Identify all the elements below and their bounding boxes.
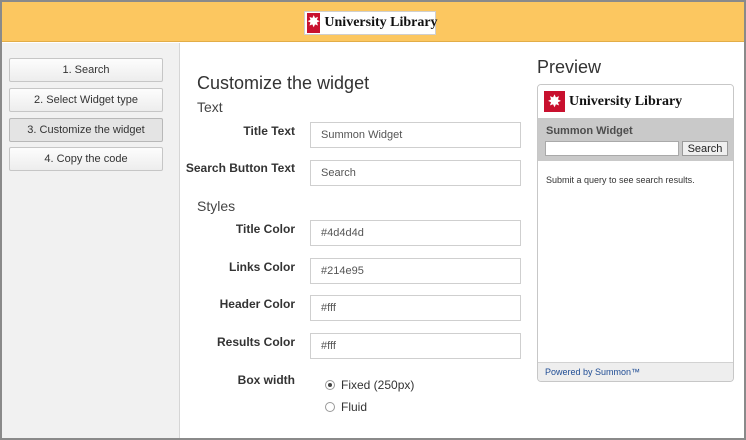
header-color-input[interactable] (310, 295, 521, 321)
page-title: Customize the widget (197, 73, 370, 93)
search-button-text-label: Search Button Text (185, 161, 295, 175)
preview-search-button[interactable]: Search (682, 141, 728, 156)
results-color-input[interactable] (310, 333, 521, 359)
step-select-widget-type-button[interactable]: 2. Select Widget type (9, 88, 163, 112)
radio-unselected-icon[interactable] (325, 402, 335, 412)
powered-by-summon-link[interactable]: Powered by Summon™ (545, 367, 640, 377)
step-search-button[interactable]: 1. Search (9, 58, 163, 82)
title-color-input[interactable] (310, 220, 521, 246)
preview-footer: Powered by Summon™ (538, 362, 733, 381)
wizard-sidebar: 1. Search 2. Select Widget type 3. Custo… (2, 43, 180, 438)
box-width-label: Box width (237, 373, 295, 387)
university-library-logo: ✸ University Library (304, 11, 438, 35)
radio-selected-icon[interactable] (325, 380, 335, 390)
box-width-fluid-label: Fluid (341, 400, 368, 414)
preview-search-input[interactable] (545, 141, 679, 156)
text-section-heading: Text (197, 99, 223, 115)
preview-header: ✸ University Library (538, 85, 733, 118)
preview-search-area: Summon Widget Search (538, 118, 733, 161)
logo-text: University Library (324, 15, 438, 30)
links-color-label: Links Color (228, 260, 295, 274)
box-width-fluid-option[interactable]: Fluid (325, 400, 367, 414)
top-header-bar: ✸ University Library (2, 2, 744, 42)
title-text-label: Title Text (243, 124, 295, 138)
header-color-label: Header Color (219, 297, 295, 311)
library-logo-icon: ✸ (307, 13, 321, 33)
preview-logo-text: University Library (569, 94, 683, 109)
step-customize-widget-button[interactable]: 3. Customize the widget (9, 118, 163, 142)
preview-widget-title: Summon Widget (546, 125, 633, 137)
box-width-fixed-label: Fixed (250px) (341, 378, 415, 392)
preview-results-message: Submit a query to see search results. (546, 175, 695, 185)
styles-section-heading: Styles (197, 198, 236, 214)
library-logo-icon: ✸ (544, 91, 565, 112)
preview-heading: Preview (537, 57, 602, 77)
search-button-text-input[interactable] (310, 160, 521, 186)
results-color-label: Results Color (216, 335, 295, 349)
title-text-input[interactable] (310, 122, 521, 148)
widget-preview: ✸ University Library Summon Widget Searc… (537, 84, 734, 382)
box-width-fixed-option[interactable]: Fixed (250px) (325, 378, 414, 392)
links-color-input[interactable] (310, 258, 521, 284)
step-copy-code-button[interactable]: 4. Copy the code (9, 147, 163, 171)
title-color-label: Title Color (235, 222, 295, 236)
